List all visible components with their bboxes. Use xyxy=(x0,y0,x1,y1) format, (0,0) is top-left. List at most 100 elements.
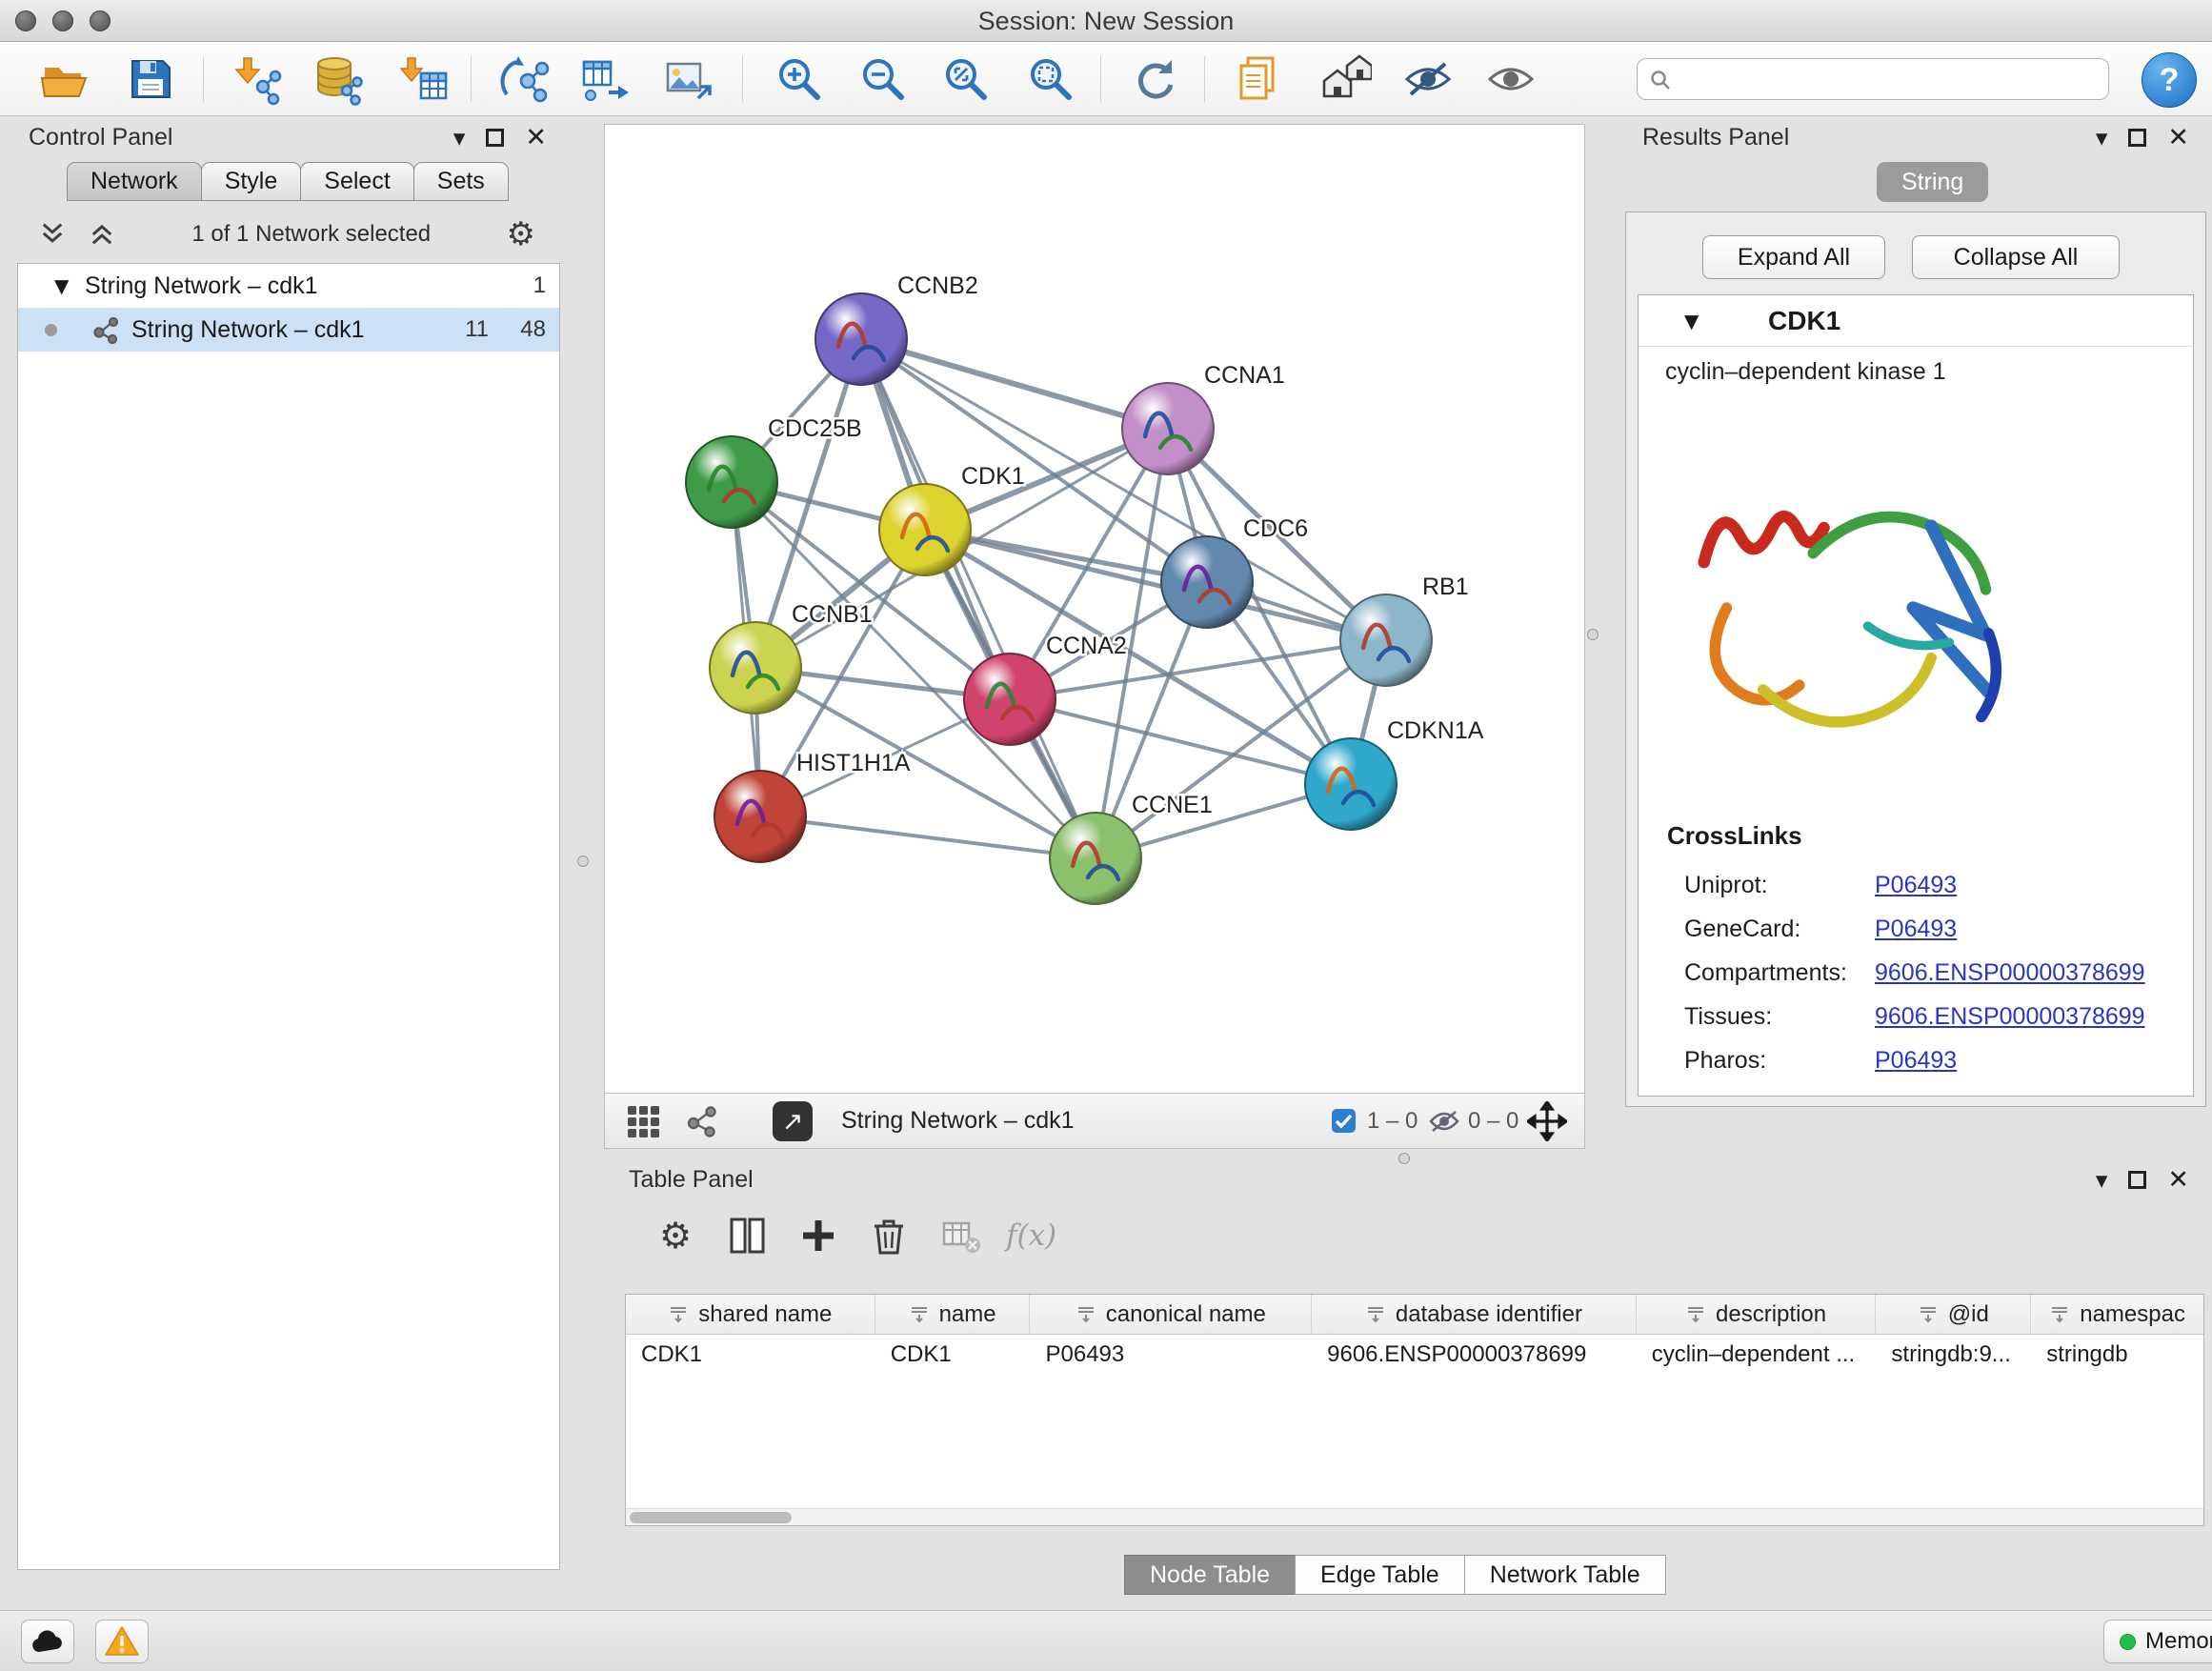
detach-view-icon[interactable]: ↗ xyxy=(773,1101,813,1141)
window-close-button[interactable] xyxy=(15,10,36,31)
tab-edge-table[interactable]: Edge Table xyxy=(1295,1555,1465,1595)
hide-details-eye-icon[interactable] xyxy=(1401,52,1455,106)
close-panel-icon[interactable]: ✕ xyxy=(2167,1167,2189,1193)
network-node-CDK1[interactable]: CDK1 xyxy=(879,463,1025,575)
crosslink-link[interactable]: 9606.ENSP00000378699 xyxy=(1875,959,2145,987)
show-columns-icon[interactable] xyxy=(726,1214,770,1258)
network-node-RB1[interactable]: RB1 xyxy=(1340,574,1469,686)
column-header-shared-name[interactable]: shared name xyxy=(626,1295,875,1334)
cell-id[interactable]: stringdb:9... xyxy=(1876,1335,2031,1375)
import-table-file-icon[interactable] xyxy=(396,52,450,106)
warnings-button[interactable] xyxy=(95,1620,149,1663)
column-header-database-identifier[interactable]: database identifier xyxy=(1312,1295,1637,1334)
window-zoom-button[interactable] xyxy=(90,10,111,31)
close-panel-icon[interactable]: ✕ xyxy=(525,125,547,151)
column-header-id[interactable]: @id xyxy=(1876,1295,2031,1334)
panel-menu-icon[interactable]: ▾ xyxy=(2096,1168,2108,1192)
network-node-CDC25B[interactable]: CDC25B xyxy=(686,415,862,528)
network-node-HIST1H1A[interactable]: HIST1H1A xyxy=(714,750,911,862)
tab-sets[interactable]: Sets xyxy=(413,162,509,201)
cell-description[interactable]: cyclin–dependent ... xyxy=(1637,1335,1877,1375)
zoom-fit-icon[interactable] xyxy=(938,52,992,106)
network-node-CCNB1[interactable]: CCNB1 xyxy=(710,601,873,714)
collapse-triangle-icon[interactable]: ▼ xyxy=(1684,310,1715,332)
column-header-canonical-name[interactable]: canonical name xyxy=(1030,1295,1312,1334)
cloud-button[interactable] xyxy=(21,1620,74,1663)
memory-button[interactable]: Memory xyxy=(2103,1620,2212,1663)
float-panel-icon[interactable] xyxy=(2128,129,2146,147)
expand-all-button[interactable]: Expand All xyxy=(1702,235,1885,279)
close-panel-icon[interactable]: ✕ xyxy=(2167,125,2189,151)
scrollbar-thumb[interactable] xyxy=(630,1512,792,1523)
collapse-all-button[interactable]: Collapse All xyxy=(1912,235,2120,279)
refresh-view-icon[interactable] xyxy=(1128,52,1181,106)
collapse-all-networks-icon[interactable] xyxy=(38,220,67,249)
new-network-icon[interactable] xyxy=(497,52,551,106)
network-node-CCNA1[interactable]: CCNA1 xyxy=(1122,362,1285,474)
copy-document-icon[interactable] xyxy=(1233,52,1286,106)
tab-style[interactable]: Style xyxy=(201,162,302,201)
cell-shared-name[interactable]: CDK1 xyxy=(626,1335,875,1375)
grid-view-icon[interactable] xyxy=(626,1104,660,1138)
horizontal-scrollbar[interactable] xyxy=(626,1508,2203,1525)
network-edge[interactable] xyxy=(861,339,1096,858)
panel-menu-icon[interactable]: ▾ xyxy=(2096,126,2108,150)
column-header-description[interactable]: description xyxy=(1637,1295,1877,1334)
network-options-gear-icon[interactable]: ⚙ xyxy=(507,215,560,253)
search-input[interactable] xyxy=(1681,61,2101,97)
tab-select[interactable]: Select xyxy=(300,162,413,201)
window-minimize-button[interactable] xyxy=(52,10,73,31)
float-panel-icon[interactable] xyxy=(486,129,504,147)
cell-name[interactable]: CDK1 xyxy=(875,1335,1031,1375)
network-collection-row[interactable]: ▼ String Network – cdk1 1 xyxy=(18,264,559,308)
table-row[interactable]: CDK1 CDK1 P06493 9606.ENSP00000378699 cy… xyxy=(626,1335,2203,1375)
table-options-gear-icon[interactable]: ⚙ xyxy=(654,1214,697,1258)
protein-card-header[interactable]: ▼ CDK1 xyxy=(1639,295,2193,347)
splitter-handle[interactable] xyxy=(577,856,589,867)
panel-menu-icon[interactable]: ▾ xyxy=(453,126,466,150)
column-header-namespace[interactable]: namespac xyxy=(2031,1295,2203,1334)
float-panel-icon[interactable] xyxy=(2128,1171,2146,1189)
create-column-icon[interactable] xyxy=(796,1214,840,1258)
collapse-triangle-icon[interactable]: ▼ xyxy=(54,274,85,297)
tab-string[interactable]: String xyxy=(1877,162,1988,202)
delete-column-trash-icon[interactable] xyxy=(867,1214,911,1258)
network-node-CDC6[interactable]: CDC6 xyxy=(1161,515,1308,628)
search-box[interactable] xyxy=(1637,58,2109,100)
help-button[interactable]: ? xyxy=(2142,52,2197,108)
import-network-database-icon[interactable] xyxy=(311,52,364,106)
crosslink-link[interactable]: P06493 xyxy=(1875,872,1957,899)
network-edge[interactable] xyxy=(861,339,1168,429)
zoom-in-icon[interactable] xyxy=(772,52,825,106)
hidden-indicator-icon[interactable] xyxy=(1428,1109,1460,1134)
import-network-file-icon[interactable] xyxy=(231,52,284,106)
splitter-handle[interactable] xyxy=(1587,629,1599,640)
tab-node-table[interactable]: Node Table xyxy=(1124,1555,1296,1595)
show-details-eye-icon[interactable] xyxy=(1484,52,1538,106)
expand-all-networks-icon[interactable] xyxy=(88,220,116,249)
cell-database-identifier[interactable]: 9606.ENSP00000378699 xyxy=(1312,1335,1637,1375)
cell-canonical-name[interactable]: P06493 xyxy=(1031,1335,1313,1375)
network-edge[interactable] xyxy=(760,816,1096,858)
crosslink-link[interactable]: 9606.ENSP00000378699 xyxy=(1875,1003,2145,1031)
houses-icon[interactable] xyxy=(1318,52,1372,106)
export-image-icon[interactable] xyxy=(662,52,715,106)
crosslink-link[interactable]: P06493 xyxy=(1875,1047,1957,1075)
selected-indicator-checkbox[interactable] xyxy=(1331,1108,1357,1134)
open-session-icon[interactable] xyxy=(38,52,91,106)
tab-network[interactable]: Network xyxy=(67,162,202,201)
network-canvas[interactable]: CCNB2CCNA1CDC25BCDK1CDC6RB1CCNB1CCNA2CDK… xyxy=(604,124,1585,1094)
zoom-out-icon[interactable] xyxy=(855,52,909,106)
column-header-name[interactable]: name xyxy=(875,1295,1031,1334)
network-row[interactable]: String Network – cdk1 11 48 xyxy=(18,308,559,352)
save-session-icon[interactable] xyxy=(124,52,177,106)
splitter-handle[interactable] xyxy=(1398,1153,1410,1164)
network-node-CDKN1A[interactable]: CDKN1A xyxy=(1305,717,1484,830)
zoom-selected-icon[interactable] xyxy=(1023,52,1076,106)
new-table-icon[interactable] xyxy=(578,52,632,106)
network-overview-icon[interactable] xyxy=(685,1104,719,1138)
pan-tool-icon[interactable] xyxy=(1527,1101,1567,1141)
cell-namespace[interactable]: stringdb xyxy=(2031,1335,2203,1375)
crosslink-link[interactable]: P06493 xyxy=(1875,916,1957,943)
tab-network-table[interactable]: Network Table xyxy=(1464,1555,1666,1595)
